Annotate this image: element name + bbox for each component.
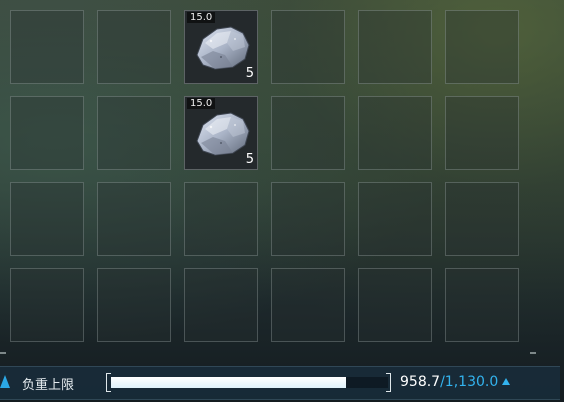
inventory-slot-empty[interactable]	[445, 268, 519, 342]
inventory-slot-empty[interactable]	[358, 10, 432, 84]
capacity-current: 958.7	[400, 374, 441, 390]
inventory-slot-empty[interactable]	[445, 10, 519, 84]
item-quantity: 5	[245, 152, 254, 167]
inventory-slot-empty[interactable]	[97, 268, 171, 342]
item-quantity: 5	[245, 66, 254, 81]
inventory-slot-empty[interactable]	[10, 268, 84, 342]
capacity-up-arrow-icon	[502, 378, 511, 385]
scroll-marker-left	[0, 352, 6, 354]
inventory-grid: 15.0 5 15.0 5	[10, 10, 519, 342]
inventory-slot-empty[interactable]	[10, 10, 84, 84]
inventory-slot-empty[interactable]	[358, 268, 432, 342]
capacity-progress-fill	[111, 377, 346, 388]
capacity-values: 958.7/1,130.0	[400, 374, 511, 390]
inventory-slot-empty[interactable]	[10, 182, 84, 256]
capacity-max: /1,130.0	[440, 374, 499, 390]
inventory-slot-empty[interactable]	[271, 182, 345, 256]
inventory-slot-empty[interactable]	[97, 182, 171, 256]
capacity-progress-bar	[111, 377, 388, 388]
capacity-label: 负重上限	[22, 378, 75, 393]
capacity-badge-icon	[0, 375, 10, 388]
inventory-slot-empty[interactable]	[271, 10, 345, 84]
inventory-slot-item[interactable]: 15.0 5	[184, 96, 258, 170]
inventory-slot-empty[interactable]	[445, 182, 519, 256]
scroll-marker-right	[530, 352, 536, 354]
inventory-slot-empty[interactable]	[358, 96, 432, 170]
inventory-slot-empty[interactable]	[10, 96, 84, 170]
inventory-slot-empty[interactable]	[97, 96, 171, 170]
stone-icon	[191, 21, 253, 73]
inventory-slot-item[interactable]: 15.0 5	[184, 10, 258, 84]
inventory-slot-empty[interactable]	[445, 96, 519, 170]
inventory-slot-empty[interactable]	[184, 268, 258, 342]
inventory-slot-empty[interactable]	[271, 96, 345, 170]
inventory-slot-empty[interactable]	[97, 10, 171, 84]
capacity-bar-bracket-right	[386, 373, 391, 392]
inventory-slot-empty[interactable]	[184, 182, 258, 256]
stone-icon	[191, 107, 253, 159]
inventory-slot-empty[interactable]	[358, 182, 432, 256]
capacity-bar-panel: 负重上限 958.7/1,130.0	[0, 366, 560, 400]
inventory-slot-empty[interactable]	[271, 268, 345, 342]
